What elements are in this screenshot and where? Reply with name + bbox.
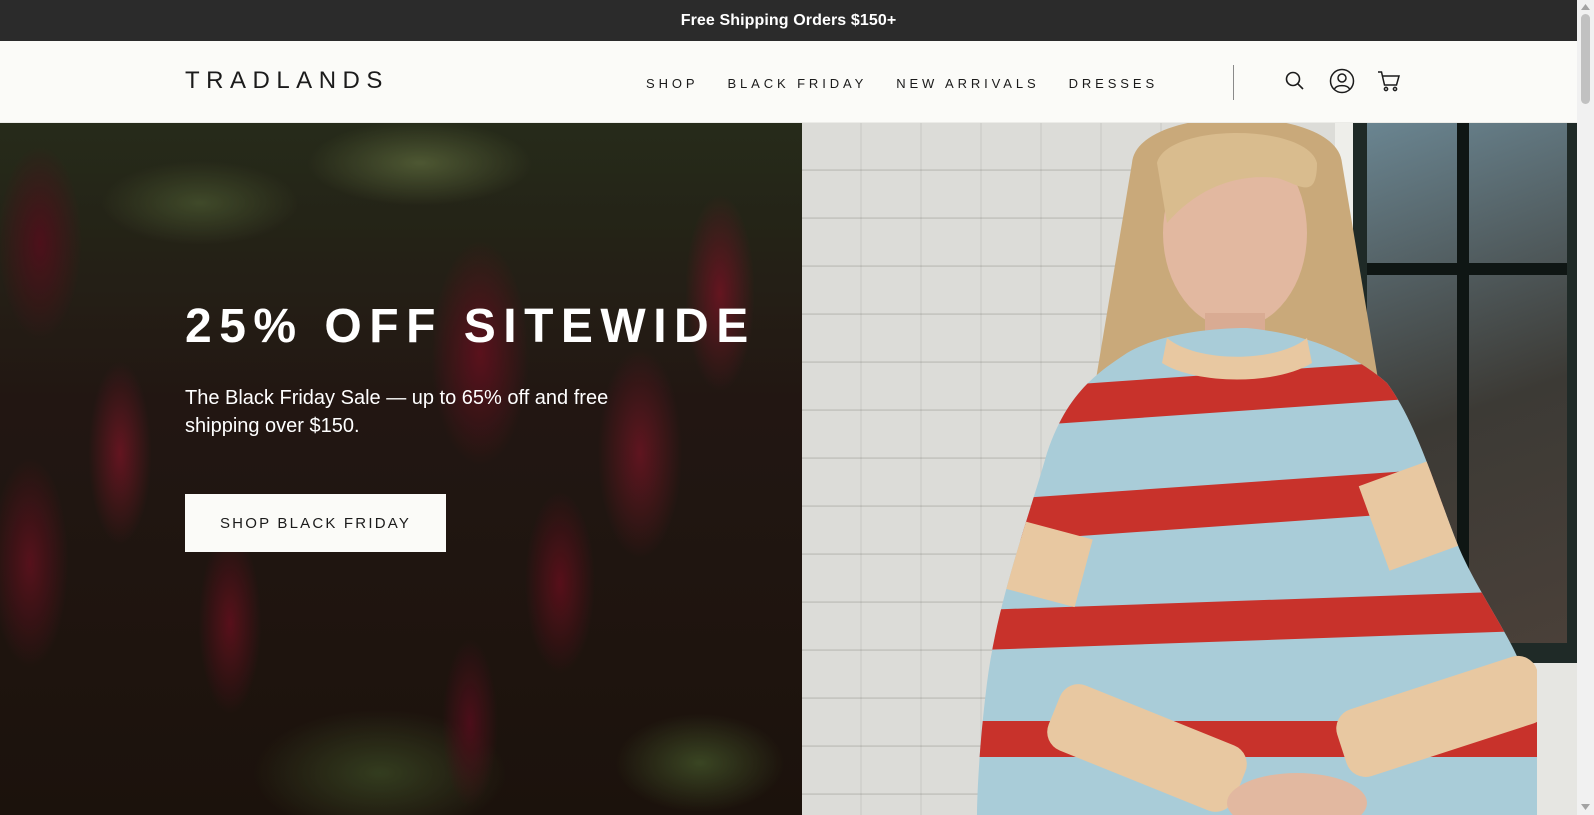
nav-divider [1233, 65, 1234, 100]
nav-item-dresses[interactable]: DRESSES [1069, 76, 1158, 91]
page-scrollbar[interactable] [1577, 0, 1594, 815]
nav-item-shop[interactable]: SHOP [646, 76, 698, 91]
model-figure [917, 123, 1557, 815]
scroll-down-icon[interactable] [1581, 803, 1590, 811]
site-header: TRADLANDS SHOP BLACK FRIDAY NEW ARRIVALS… [0, 41, 1577, 123]
search-icon[interactable] [1282, 68, 1308, 94]
announcement-text: Free Shipping Orders $150+ [680, 11, 897, 29]
scroll-up-icon[interactable] [1581, 3, 1590, 11]
shop-black-friday-button[interactable]: SHOP BLACK FRIDAY [185, 494, 446, 552]
cart-icon[interactable] [1376, 68, 1402, 94]
account-icon[interactable] [1329, 68, 1355, 94]
main-nav: SHOP BLACK FRIDAY NEW ARRIVALS DRESSES [646, 76, 1187, 91]
hero-model-image [802, 123, 1577, 815]
logo[interactable]: TRADLANDS [185, 67, 389, 95]
hero-title: 25% OFF SITEWIDE [185, 300, 756, 353]
announcement-bar: Free Shipping Orders $150+ [0, 0, 1577, 41]
hero-content: 25% OFF SITEWIDE The Black Friday Sale —… [185, 299, 756, 552]
nav-item-black-friday[interactable]: BLACK FRIDAY [727, 76, 867, 91]
scroll-thumb[interactable] [1581, 14, 1590, 104]
nav-item-new-arrivals[interactable]: NEW ARRIVALS [896, 76, 1039, 91]
hero-subtitle: The Black Friday Sale — up to 65% off an… [185, 387, 609, 437]
hero-banner: 25% OFF SITEWIDE The Black Friday Sale —… [0, 123, 1577, 815]
